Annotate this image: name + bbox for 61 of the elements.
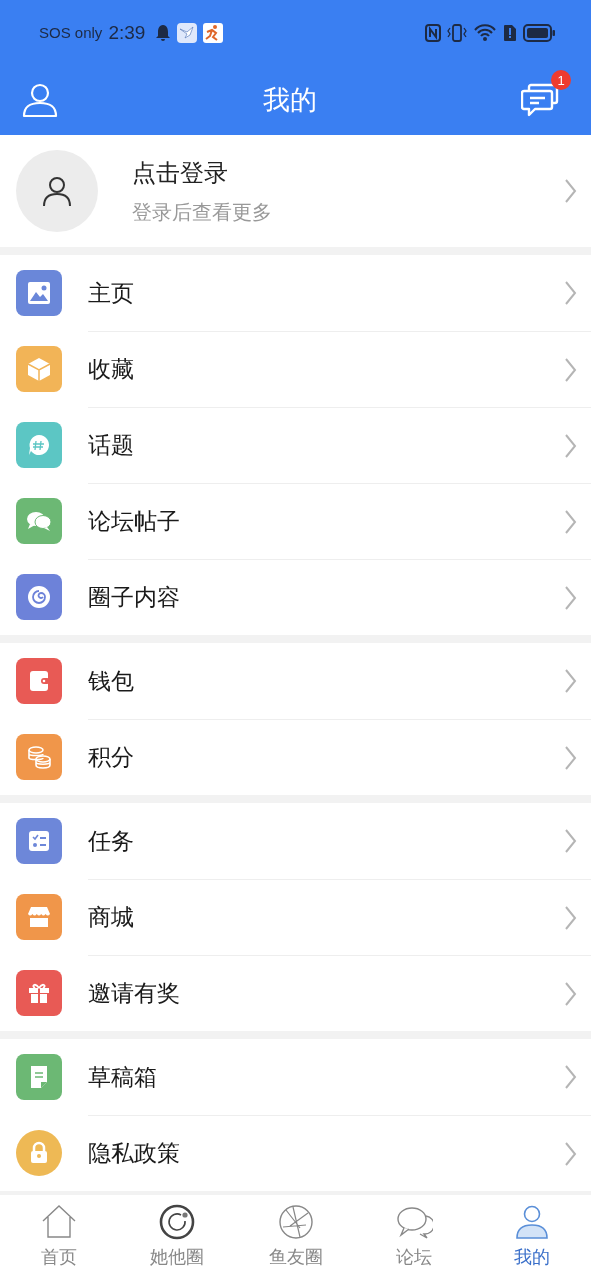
menu-item[interactable]: 论坛帖子 xyxy=(0,483,591,559)
login-title: 点击登录 xyxy=(132,157,229,189)
chevron-icon xyxy=(564,508,577,535)
menu-label: 草稿箱 xyxy=(88,1062,158,1092)
battery-icon xyxy=(523,23,555,42)
menu-label: 隐私政策 xyxy=(88,1139,181,1168)
chevron-icon xyxy=(564,904,577,931)
vibrate-icon xyxy=(447,22,467,43)
menu-item[interactable]: 圈子内容 xyxy=(0,559,591,635)
chevron-icon xyxy=(564,828,577,854)
notification-badge: 1 xyxy=(551,70,571,90)
ring-icon xyxy=(158,1203,197,1241)
menu-item[interactable]: 积分 xyxy=(0,719,591,795)
menu-label: 收藏 xyxy=(88,355,135,384)
chevron-icon xyxy=(564,178,577,204)
menu-item[interactable]: 主页 xyxy=(0,255,591,331)
chat-icon[interactable] xyxy=(521,82,559,118)
menu-item[interactable]: 任务 xyxy=(0,803,591,879)
bell-icon xyxy=(155,23,172,42)
chevron-icon xyxy=(564,432,577,459)
chevron-icon xyxy=(564,1140,577,1167)
menu-label: 邀请有奖 xyxy=(88,979,181,1008)
chevron-icon xyxy=(564,668,577,694)
chevron-icon xyxy=(564,584,577,611)
carrier-text: SOS only xyxy=(39,24,103,41)
page-title: 我的 xyxy=(262,83,317,117)
bird-icon xyxy=(177,22,198,43)
chevron-icon xyxy=(564,280,577,306)
menu-label: 主页 xyxy=(88,278,135,308)
menu-label: 任务 xyxy=(88,826,135,856)
tab-item[interactable]: 我的 xyxy=(472,1195,591,1280)
chevron-icon xyxy=(564,356,577,383)
menu-label: 话题 xyxy=(88,431,135,460)
menu-label: 商城 xyxy=(88,903,135,932)
menu-item[interactable]: 草稿箱 xyxy=(0,1039,591,1115)
menu-label: 圈子内容 xyxy=(88,583,181,612)
tab-item[interactable]: 鱼友圈 xyxy=(236,1195,355,1280)
login-card[interactable]: 点击登录 登录后查看更多 xyxy=(0,135,591,247)
menu-item[interactable]: 收藏 xyxy=(0,331,591,407)
runner-icon xyxy=(203,22,224,43)
menu-item[interactable]: 钱包 xyxy=(0,643,591,719)
tab-item[interactable]: 她他圈 xyxy=(118,1195,237,1280)
tab-item[interactable]: 论坛 xyxy=(354,1195,473,1280)
menu-label: 论坛帖子 xyxy=(88,507,181,536)
menu-item[interactable]: 隐私政策 xyxy=(0,1115,591,1191)
sim-alert-icon xyxy=(503,23,517,42)
menu-label: 钱包 xyxy=(88,666,135,696)
login-subtitle: 登录后查看更多 xyxy=(132,198,273,226)
menu-item[interactable]: 邀请有奖 xyxy=(0,955,591,1031)
clock-time: 2:39 xyxy=(108,21,146,44)
menu-item[interactable]: 商城 xyxy=(0,879,591,955)
chevron-icon xyxy=(564,1064,577,1090)
person-icon[interactable] xyxy=(22,82,58,118)
nfc-icon xyxy=(425,23,441,42)
tab-item[interactable]: 首页 xyxy=(0,1195,119,1280)
aperture-icon xyxy=(276,1203,315,1241)
chevron-icon xyxy=(564,980,577,1007)
menu-label: 积分 xyxy=(88,743,135,772)
chevron-icon xyxy=(564,744,577,771)
wifi-icon xyxy=(473,22,497,43)
menu-item[interactable]: 话题 xyxy=(0,407,591,483)
